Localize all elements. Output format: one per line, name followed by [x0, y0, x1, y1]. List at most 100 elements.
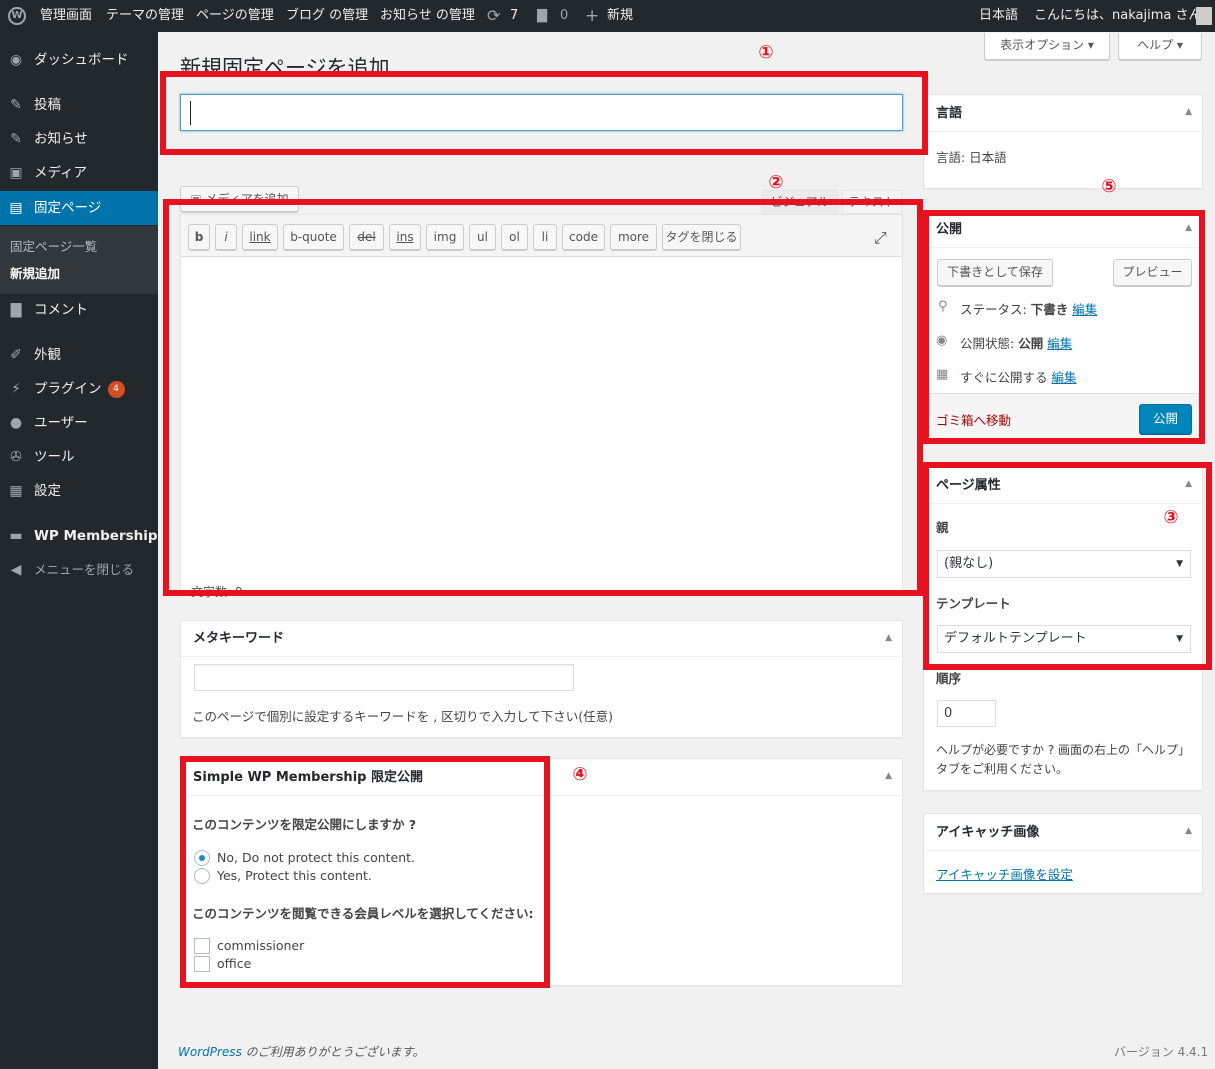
quicktag-bquote[interactable]: b-quote — [283, 224, 344, 250]
radio-no-protect[interactable] — [194, 850, 210, 866]
menu-wp-membership[interactable]: ▬ WP Membership — [0, 519, 158, 553]
menu-media[interactable]: ▣ メディア — [0, 156, 158, 190]
menu-collapse[interactable]: ◀ メニューを閉じる — [0, 553, 158, 587]
toggle-arrow-icon[interactable]: ▲ — [1185, 223, 1192, 233]
toggle-arrow-icon[interactable]: ▲ — [1185, 479, 1192, 489]
adminbar-updates[interactable]: 7 — [510, 0, 518, 32]
menu-label: メディア — [34, 165, 88, 181]
menu-news[interactable]: ✎ お知らせ — [0, 122, 158, 156]
editor-area[interactable]: 文字数: 0 — [180, 214, 903, 599]
box-title: 言語 — [924, 95, 1202, 132]
checkbox-commissioner[interactable] — [194, 938, 210, 954]
quicktag-more[interactable]: more — [610, 224, 657, 250]
checkbox-office[interactable] — [194, 956, 210, 972]
menu-label: プラグイン — [34, 381, 102, 397]
adminbar-lang[interactable]: 日本語 — [979, 0, 1018, 32]
quicktag-ol[interactable]: ol — [501, 224, 528, 250]
adminbar-news[interactable]: お知らせ の管理 — [380, 0, 475, 32]
quicktag-link[interactable]: link — [242, 224, 278, 250]
menu-pages[interactable]: ▤ 固定ページ — [0, 191, 158, 225]
menu-comments[interactable]: ▇ コメント — [0, 293, 158, 327]
title-input[interactable] — [180, 94, 903, 131]
wrench-icon: ✇ — [10, 449, 22, 465]
set-featured-image-link[interactable]: アイキャッチ画像を設定 — [936, 864, 1073, 883]
box-title: メタキーワード — [181, 621, 902, 657]
text-cursor — [190, 101, 191, 125]
radio-yes-label: Yes, Protect this content. — [217, 868, 372, 883]
comments-icon[interactable]: ▇ — [537, 0, 547, 32]
menu-dashboard[interactable]: ◉ ダッシュボード — [0, 43, 158, 77]
plus-icon[interactable]: + — [585, 0, 599, 32]
menu-users[interactable]: ● ユーザー — [0, 406, 158, 440]
quicktag-del[interactable]: del — [349, 224, 384, 250]
membership-box: Simple WP Membership 限定公開 ▲ このコンテンツを限定公開… — [180, 758, 903, 986]
collapse-arrow-icon: ◀ — [10, 562, 22, 578]
template-select[interactable]: デフォルトテンプレート ▼ — [937, 625, 1191, 653]
edit-status-link[interactable]: 編集 — [1072, 302, 1097, 317]
settings-icon: ▦ — [9, 483, 23, 499]
fullscreen-icon[interactable]: ⤢ — [874, 228, 887, 248]
screen-options-button[interactable]: 表示オプション ▾ — [984, 33, 1110, 60]
toggle-arrow-icon[interactable]: ▲ — [885, 633, 892, 643]
submenu-add-new[interactable]: 新規追加 — [10, 263, 60, 282]
publish-button[interactable]: 公開 — [1139, 404, 1192, 434]
avatar[interactable] — [1196, 7, 1212, 25]
pin-icon: ⚲ — [938, 299, 948, 314]
quicktag-ins[interactable]: ins — [389, 224, 421, 250]
menu-tools[interactable]: ✇ ツール — [0, 440, 158, 474]
eye-icon: ◉ — [936, 333, 948, 348]
tab-text[interactable]: テキスト — [842, 190, 902, 214]
meta-keywords-input[interactable] — [194, 664, 574, 691]
adminbar-blog[interactable]: ブログ の管理 — [286, 0, 368, 32]
trash-link[interactable]: ゴミ箱へ移動 — [936, 410, 1011, 429]
page-attr-help: ヘルプが必要ですか ? 画面の右上の「ヘルプ」タブをご利用ください。 — [936, 743, 1190, 776]
menu-label: ユーザー — [34, 415, 88, 431]
calendar-icon: ▦ — [936, 367, 949, 382]
annotation-number-2: ② — [768, 172, 784, 193]
save-draft-button[interactable]: 下書きとして保存 — [937, 259, 1053, 286]
menu-label: ツール — [34, 449, 75, 465]
menu-posts[interactable]: ✎ 投稿 — [0, 88, 158, 122]
menu-label: お知らせ — [34, 131, 88, 147]
menu-label: ダッシュボード — [34, 52, 129, 68]
adminbar-site[interactable]: 管理画面 — [40, 0, 92, 32]
tab-visual[interactable]: ビジュアル — [762, 190, 838, 214]
help-button[interactable]: ヘルプ ▾ — [1118, 33, 1202, 60]
toggle-arrow-icon[interactable]: ▲ — [885, 771, 892, 781]
quicktag-i[interactable]: i — [215, 224, 237, 250]
menu-plugins[interactable]: ⚡ プラグイン 4 — [0, 372, 158, 406]
wordpress-link[interactable]: WordPress — [178, 1045, 242, 1059]
order-label: 順序 — [936, 671, 962, 686]
plugins-update-badge: 4 — [107, 380, 125, 398]
menu-settings[interactable]: ▦ 設定 — [0, 474, 158, 508]
updates-icon[interactable]: ⟳ — [487, 0, 500, 32]
menu-label: WP Membership — [34, 528, 158, 544]
media-icon: ▣ — [9, 165, 23, 181]
adminbar-greeting[interactable]: こんにちは、nakajima さん ! — [1034, 0, 1211, 32]
menu-appearance[interactable]: ✐ 外観 — [0, 338, 158, 372]
add-media-button[interactable]: ▣ メディアを追加 — [180, 186, 299, 212]
quicktag-ul[interactable]: ul — [469, 224, 496, 250]
quicktag-img[interactable]: img — [426, 224, 464, 250]
quicktag-code[interactable]: code — [562, 224, 605, 250]
adminbar-new[interactable]: 新規 — [607, 0, 633, 32]
preview-button[interactable]: プレビュー — [1113, 259, 1192, 286]
radio-protect[interactable] — [194, 868, 210, 884]
quicktag-close-tags[interactable]: タグを閉じる — [662, 224, 741, 250]
quicktag-li[interactable]: li — [533, 224, 557, 250]
quicktag-b[interactable]: b — [188, 224, 210, 250]
edit-schedule-link[interactable]: 編集 — [1052, 370, 1077, 385]
level-label: commissioner — [217, 938, 305, 953]
wordpress-logo-icon[interactable]: W — [8, 7, 26, 25]
adminbar-comments[interactable]: 0 — [560, 0, 568, 32]
toggle-arrow-icon[interactable]: ▲ — [1185, 107, 1192, 117]
submenu-all-pages[interactable]: 固定ページ一覧 — [10, 236, 97, 255]
chevron-down-icon: ▼ — [1176, 634, 1183, 644]
toggle-arrow-icon[interactable]: ▲ — [1185, 826, 1192, 836]
parent-select[interactable]: (親なし) ▼ — [937, 550, 1191, 578]
edit-visibility-link[interactable]: 編集 — [1047, 336, 1072, 351]
adminbar-pages[interactable]: ページの管理 — [196, 0, 274, 32]
adminbar-themes[interactable]: テーマの管理 — [106, 0, 184, 32]
annotation-number-3: ③ — [1163, 507, 1179, 528]
order-input[interactable]: 0 — [937, 700, 996, 727]
